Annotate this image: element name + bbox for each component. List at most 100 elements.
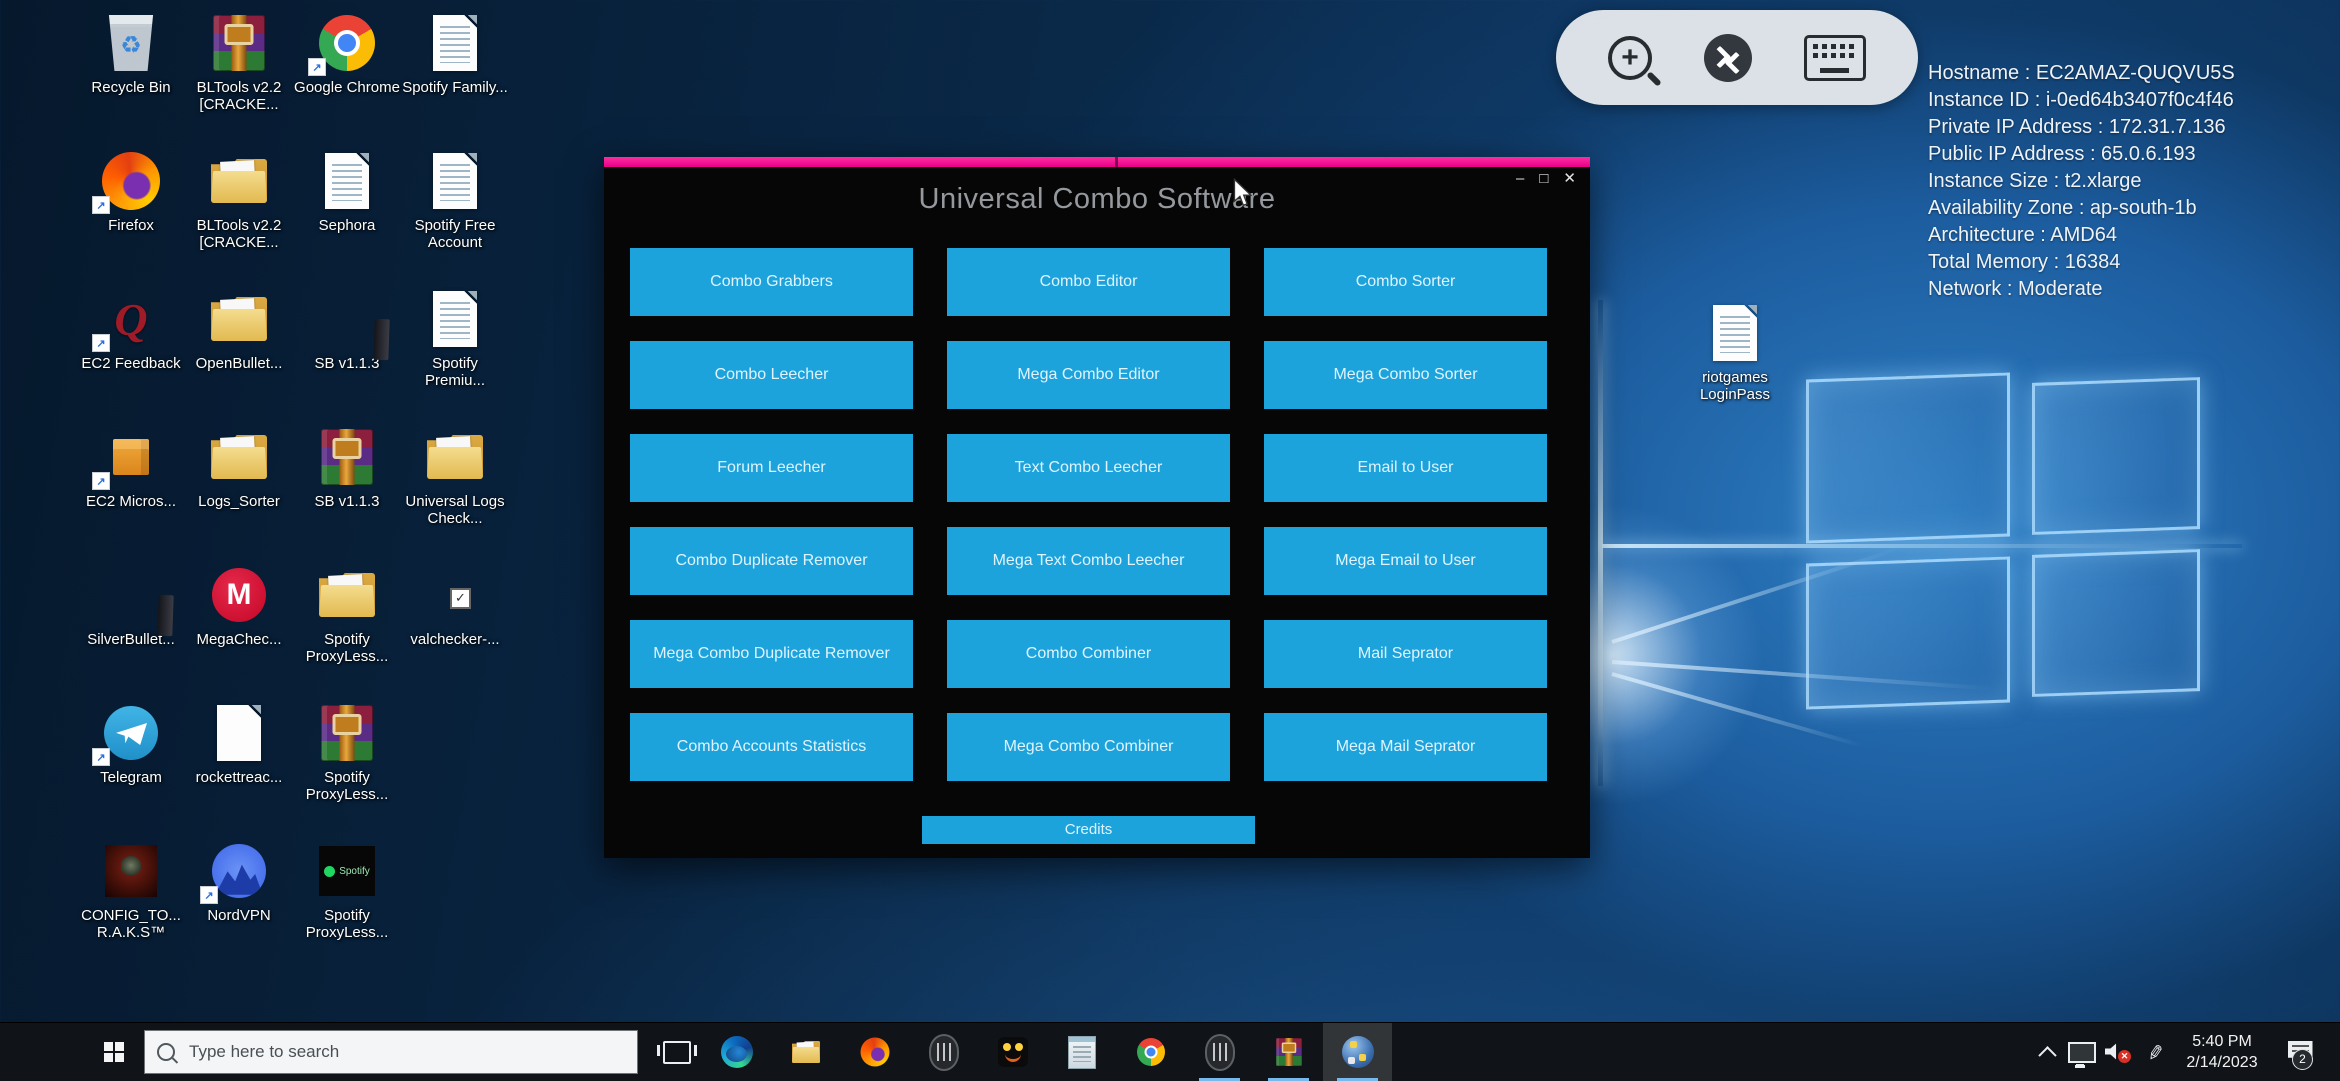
windows-logo-icon xyxy=(104,1042,124,1062)
email-to-user-button[interactable]: Email to User xyxy=(1264,434,1547,502)
mega-combo-duplicate-remover-button[interactable]: Mega Combo Duplicate Remover xyxy=(630,620,913,688)
tray-pen-icon[interactable]: ✎ xyxy=(2136,1023,2172,1081)
desktop-icon-megachec[interactable]: MMegaChec... xyxy=(184,562,294,648)
desktop-icon-config-to-r-a-k-s[interactable]: CONFIG_TO... R.A.K.S™ xyxy=(76,838,186,941)
mega-text-combo-leecher-button[interactable]: Mega Text Combo Leecher xyxy=(947,527,1230,595)
desktop-icon-label: EC2 Micros... xyxy=(76,493,186,510)
desktop-icon-label: BLTools v2.2 [CRACKE... xyxy=(184,79,294,113)
file-explorer-icon xyxy=(790,1036,822,1068)
tray-clock[interactable]: 5:40 PM 2/14/2023 xyxy=(2170,1023,2274,1081)
desktop-icon-silverbullet[interactable]: SilverBullet... xyxy=(76,562,186,648)
mega-email-to-user-button[interactable]: Mega Email to User xyxy=(1264,527,1547,595)
taskbar-app-winrar[interactable] xyxy=(1254,1023,1323,1081)
taskbar-app-openbullet[interactable] xyxy=(1185,1023,1254,1081)
desktop-icon-label: riotgames LoginPass xyxy=(1680,369,1790,403)
desktop-icon-recycle-bin[interactable]: Recycle Bin xyxy=(76,10,186,96)
keyboard-icon[interactable] xyxy=(1804,35,1866,81)
desktop-icon-label: Sephora xyxy=(292,217,402,234)
textdoc-icon xyxy=(400,286,510,352)
system-info-line: Instance ID : i-0ed64b3407f0c4f46 xyxy=(1928,87,2235,114)
tray-network-icon[interactable] xyxy=(2064,1023,2100,1081)
action-center-button[interactable]: 2 xyxy=(2274,1023,2326,1081)
desktop-icon-sephora[interactable]: Sephora xyxy=(292,148,402,234)
mouse-cursor xyxy=(1232,178,1256,208)
text-combo-leecher-button[interactable]: Text Combo Leecher xyxy=(947,434,1230,502)
tray-chevron-up-icon[interactable] xyxy=(2029,1023,2065,1081)
minimize-button[interactable]: – xyxy=(1516,171,1524,187)
combo-duplicate-remover-button[interactable]: Combo Duplicate Remover xyxy=(630,527,913,595)
desktop-icon-spotify-family[interactable]: Spotify Family... xyxy=(400,10,510,96)
desktop-icon-spotify-premiu[interactable]: Spotify Premiu... xyxy=(400,286,510,389)
desktop-icon-label: Recycle Bin xyxy=(76,79,186,96)
taskbar-app-money-face[interactable] xyxy=(978,1023,1047,1081)
desktop-icon-logs-sorter[interactable]: Logs_Sorter xyxy=(184,424,294,510)
desktop-icon-label: Google Chrome xyxy=(292,79,402,96)
desktop-icon-universal-logs-check[interactable]: Universal Logs Check... xyxy=(400,424,510,527)
system-info-overlay: Hostname : EC2AMAZ-QUQVU5SInstance ID : … xyxy=(1928,60,2235,303)
start-button[interactable] xyxy=(84,1023,144,1081)
mail-seprator-button[interactable]: Mail Seprator xyxy=(1264,620,1547,688)
desktop-icon-spotify-free-account[interactable]: Spotify Free Account xyxy=(400,148,510,251)
desktop-icon-ec2-micros[interactable]: EC2 Micros... xyxy=(76,424,186,510)
taskbar-app-edge[interactable] xyxy=(702,1023,771,1081)
combo-combiner-button[interactable]: Combo Combiner xyxy=(947,620,1230,688)
forum-leecher-button[interactable]: Forum Leecher xyxy=(630,434,913,502)
winrar-icon xyxy=(1273,1036,1305,1068)
remote-desktop-icon[interactable] xyxy=(1704,34,1752,82)
combo-grabbers-button[interactable]: Combo Grabbers xyxy=(630,248,913,316)
chrome-icon xyxy=(292,10,402,76)
winrar-icon xyxy=(292,700,402,766)
taskbar-app-file-explorer[interactable] xyxy=(771,1023,840,1081)
taskbar-search[interactable] xyxy=(144,1030,638,1074)
shortcut-arrow-icon xyxy=(92,334,110,352)
task-view-button[interactable] xyxy=(648,1023,706,1081)
combo-editor-button[interactable]: Combo Editor xyxy=(947,248,1230,316)
desktop-icon-label: SB v1.1.3 xyxy=(292,493,402,510)
desktop-icon-telegram[interactable]: Telegram xyxy=(76,700,186,786)
close-button[interactable]: ✕ xyxy=(1563,171,1576,187)
zoom-in-icon[interactable] xyxy=(1608,36,1652,80)
tray-volume-muted-icon[interactable]: ✕ xyxy=(2100,1023,2136,1081)
shortcut-arrow-icon xyxy=(92,748,110,766)
desktop-icon-bltools-v2-2-cracke[interactable]: BLTools v2.2 [CRACKE... xyxy=(184,148,294,251)
desktop-icon-openbullet[interactable]: OpenBullet... xyxy=(184,286,294,372)
taskbar-app-chrome[interactable] xyxy=(1116,1023,1185,1081)
taskbar-app-notepad[interactable] xyxy=(1047,1023,1116,1081)
desktop-icon-spotify-proxyless[interactable]: SpotifySpotify ProxyLess... xyxy=(292,838,402,941)
mega-combo-editor-button[interactable]: Mega Combo Editor xyxy=(947,341,1230,409)
desktop-icon-ec2-feedback[interactable]: QEC2 Feedback xyxy=(76,286,186,372)
taskbar-app-combo-app[interactable] xyxy=(1323,1023,1392,1081)
system-info-line: Availability Zone : ap-south-1b xyxy=(1928,195,2235,222)
folder-icon xyxy=(184,148,294,214)
desktop-icon-google-chrome[interactable]: Google Chrome xyxy=(292,10,402,96)
desktop-icon-sb-v1-1-3[interactable]: SB v1.1.3 xyxy=(292,286,402,372)
desktop-icon-label: Spotify Family... xyxy=(400,79,510,96)
combo-accounts-statistics-button[interactable]: Combo Accounts Statistics xyxy=(630,713,913,781)
task-view-icon xyxy=(663,1041,691,1064)
credits-button[interactable]: Credits xyxy=(922,816,1255,844)
desktop-icon-rockettreac[interactable]: rockettreac... xyxy=(184,700,294,786)
shortcut-arrow-icon xyxy=(200,886,218,904)
maximize-button[interactable]: □ xyxy=(1539,171,1548,187)
combo-leecher-button[interactable]: Combo Leecher xyxy=(630,341,913,409)
desktop-icon-sb-v1-1-3[interactable]: SB v1.1.3 xyxy=(292,424,402,510)
taskbar-app-openbullet[interactable] xyxy=(909,1023,978,1081)
desktop-icon-riotgames-loginpass[interactable]: riotgames LoginPass xyxy=(1680,300,1790,403)
desktop-icon-firefox[interactable]: Firefox xyxy=(76,148,186,234)
window-title: Universal Combo Software xyxy=(604,183,1590,216)
desktop-icon-spotify-proxyless[interactable]: Spotify ProxyLess... xyxy=(292,700,402,803)
mega-combo-sorter-button[interactable]: Mega Combo Sorter xyxy=(1264,341,1547,409)
desktop-icon-nordvpn[interactable]: NordVPN xyxy=(184,838,294,924)
combo-sorter-button[interactable]: Combo Sorter xyxy=(1264,248,1547,316)
search-input[interactable] xyxy=(187,1041,625,1063)
desktop-icon-spotify-proxyless[interactable]: Spotify ProxyLess... xyxy=(292,562,402,665)
window-titlebar-accent[interactable] xyxy=(604,157,1590,167)
desktop-icon-bltools-v2-2-cracke[interactable]: BLTools v2.2 [CRACKE... xyxy=(184,10,294,113)
chrome-icon xyxy=(1135,1036,1167,1068)
rdp-toolbar xyxy=(1556,10,1918,105)
mega-combo-combiner-button[interactable]: Mega Combo Combiner xyxy=(947,713,1230,781)
desktop-icon-valchecker[interactable]: ✓valchecker-... xyxy=(400,562,510,648)
taskbar-app-firefox[interactable] xyxy=(840,1023,909,1081)
shortcut-arrow-icon xyxy=(92,196,110,214)
mega-mail-seprator-button[interactable]: Mega Mail Seprator xyxy=(1264,713,1547,781)
